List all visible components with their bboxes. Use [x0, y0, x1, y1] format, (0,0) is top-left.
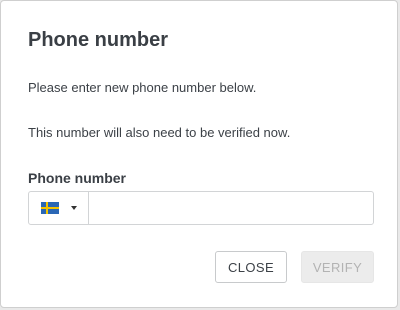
phone-number-label: Phone number [28, 170, 127, 186]
phone-input-group [28, 191, 374, 225]
instruction-text: Please enter new phone number below. [28, 80, 257, 95]
dialog-title: Phone number [28, 29, 169, 51]
close-button[interactable]: CLOSE [215, 251, 287, 283]
verify-button[interactable]: VERIFY [301, 251, 374, 283]
country-select[interactable] [29, 192, 89, 224]
sweden-flag-icon [41, 202, 59, 214]
caret-down-icon [71, 206, 77, 210]
verification-note: This number will also need to be verifie… [28, 125, 291, 140]
phone-number-dialog: Phone number Please enter new phone numb… [0, 0, 398, 308]
phone-number-input[interactable] [89, 192, 373, 224]
